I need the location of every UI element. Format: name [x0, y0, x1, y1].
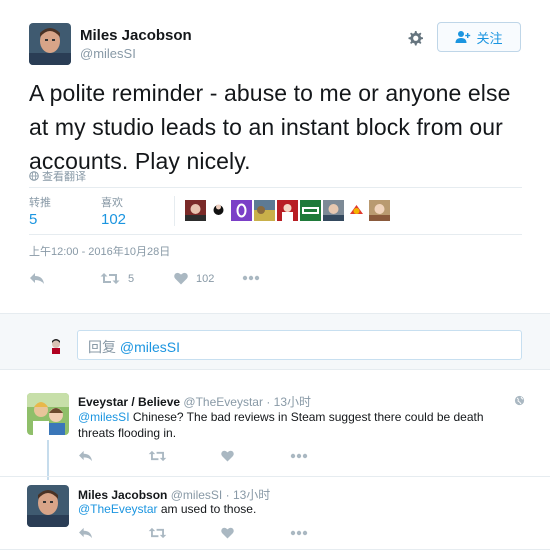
retweet-count: 5: [128, 272, 135, 285]
reply-button[interactable]: [29, 272, 45, 285]
globe-icon[interactable]: [514, 393, 525, 406]
liker-avatars: [185, 200, 390, 221]
reply-button[interactable]: [78, 527, 93, 539]
liker-avatar[interactable]: [277, 200, 298, 221]
liker-avatar[interactable]: [185, 200, 206, 221]
more-icon: [290, 530, 308, 536]
thread-connector: [47, 440, 49, 480]
reply-author-name[interactable]: Miles Jacobson: [78, 488, 167, 502]
gear-icon[interactable]: [405, 28, 425, 48]
reply-icon: [79, 450, 92, 462]
tweet-text: A polite reminder - abuse to me or anyon…: [29, 80, 511, 174]
tweet-actions: 5 102: [29, 272, 329, 288]
liker-avatar[interactable]: [323, 200, 344, 221]
author-avatar[interactable]: [29, 23, 71, 65]
reply-text: @milesSI Chinese? The bad reviews in Ste…: [78, 409, 518, 441]
reply-input[interactable]: 回复 @milesSI: [77, 330, 522, 360]
reply-actions: [78, 527, 378, 541]
reply-button[interactable]: [78, 450, 93, 462]
more-icon: [290, 453, 308, 459]
reply-icon: [30, 273, 44, 284]
heart-icon: [221, 450, 234, 462]
reply-time[interactable]: 13小时: [233, 488, 270, 502]
translate-label: 查看翻译: [42, 171, 86, 183]
reply-bar: 回复 @milesSI: [0, 313, 550, 370]
divider: [29, 234, 522, 235]
like-button[interactable]: [221, 527, 234, 539]
reply-text: @TheEveystar am used to those.: [78, 501, 518, 517]
reply-body: Chinese? The bad reviews in Steam sugges…: [78, 410, 484, 440]
reply-tweet[interactable]: Miles Jacobson @milesSI · 13小时 @TheEveys…: [0, 476, 550, 551]
author-name[interactable]: Miles Jacobson: [80, 27, 192, 44]
likes-stat[interactable]: 喜欢 102: [101, 194, 126, 228]
tweet-timestamp[interactable]: 上午12:00 - 2016年10月28日: [29, 243, 170, 259]
reply-author-avatar[interactable]: [27, 485, 69, 527]
liker-avatar[interactable]: [369, 200, 390, 221]
more-button[interactable]: [290, 530, 308, 536]
reply-mention-link[interactable]: @milesSI: [78, 410, 130, 424]
liker-avatar[interactable]: [254, 200, 275, 221]
like-count: 102: [196, 272, 215, 285]
more-icon: [242, 275, 260, 281]
separator-dot: ·: [266, 395, 271, 409]
retweet-icon: [100, 273, 120, 284]
reply-icon: [79, 527, 92, 539]
like-button[interactable]: [221, 450, 234, 462]
reply-author-handle[interactable]: @milesSI: [171, 488, 223, 502]
follow-button-label: 关注: [476, 30, 503, 46]
reply-time[interactable]: 13小时: [274, 395, 311, 409]
more-button[interactable]: [242, 275, 260, 281]
reply-tweet[interactable]: Eveystar / Believe @TheEveystar · 13小时 @…: [0, 380, 550, 475]
more-button[interactable]: [290, 453, 308, 459]
separator-dot: ·: [225, 488, 230, 502]
retweet-icon: [148, 450, 167, 462]
retweet-button[interactable]: 5: [100, 272, 134, 285]
liker-avatar[interactable]: [208, 200, 229, 221]
current-user-avatar: [47, 336, 65, 354]
divider: [0, 549, 550, 550]
follow-button[interactable]: 关注: [437, 22, 521, 52]
likes-stat-label: 喜欢: [101, 197, 123, 209]
liker-avatar[interactable]: [231, 200, 252, 221]
reply-mention-link[interactable]: @TheEveystar: [78, 502, 158, 516]
retweet-stat-label: 转推: [29, 197, 51, 209]
retweet-icon: [148, 527, 167, 539]
retweet-stat-count: 5: [29, 211, 38, 228]
divider: [174, 196, 175, 226]
main-tweet: Miles Jacobson @milesSI 关注 A polite remi…: [0, 0, 550, 312]
author-handle[interactable]: @milesSI: [80, 46, 136, 61]
reply-header: Eveystar / Believe @TheEveystar · 13小时: [78, 393, 311, 410]
like-button[interactable]: 102: [174, 272, 214, 285]
likes-stat-count: 102: [101, 211, 127, 228]
reply-mention: @milesSI: [119, 339, 180, 355]
retweet-button[interactable]: [148, 450, 167, 462]
translate-link[interactable]: 查看翻译: [29, 168, 86, 184]
heart-icon: [221, 527, 234, 539]
retweet-button[interactable]: [148, 527, 167, 539]
add-user-icon: [455, 31, 471, 43]
reply-author-avatar[interactable]: [27, 393, 69, 435]
reply-author-handle[interactable]: @TheEveystar: [183, 395, 263, 409]
divider: [29, 187, 522, 188]
reply-actions: [78, 450, 378, 464]
liker-avatar[interactable]: [300, 200, 321, 221]
reply-prefix: 回复: [88, 339, 120, 355]
liker-avatar[interactable]: [346, 200, 367, 221]
reply-author-name[interactable]: Eveystar / Believe: [78, 395, 180, 409]
retweet-stat[interactable]: 转推 5: [29, 194, 51, 228]
reply-body: am used to those.: [157, 502, 257, 516]
heart-icon: [174, 272, 188, 285]
globe-icon: [29, 171, 39, 181]
